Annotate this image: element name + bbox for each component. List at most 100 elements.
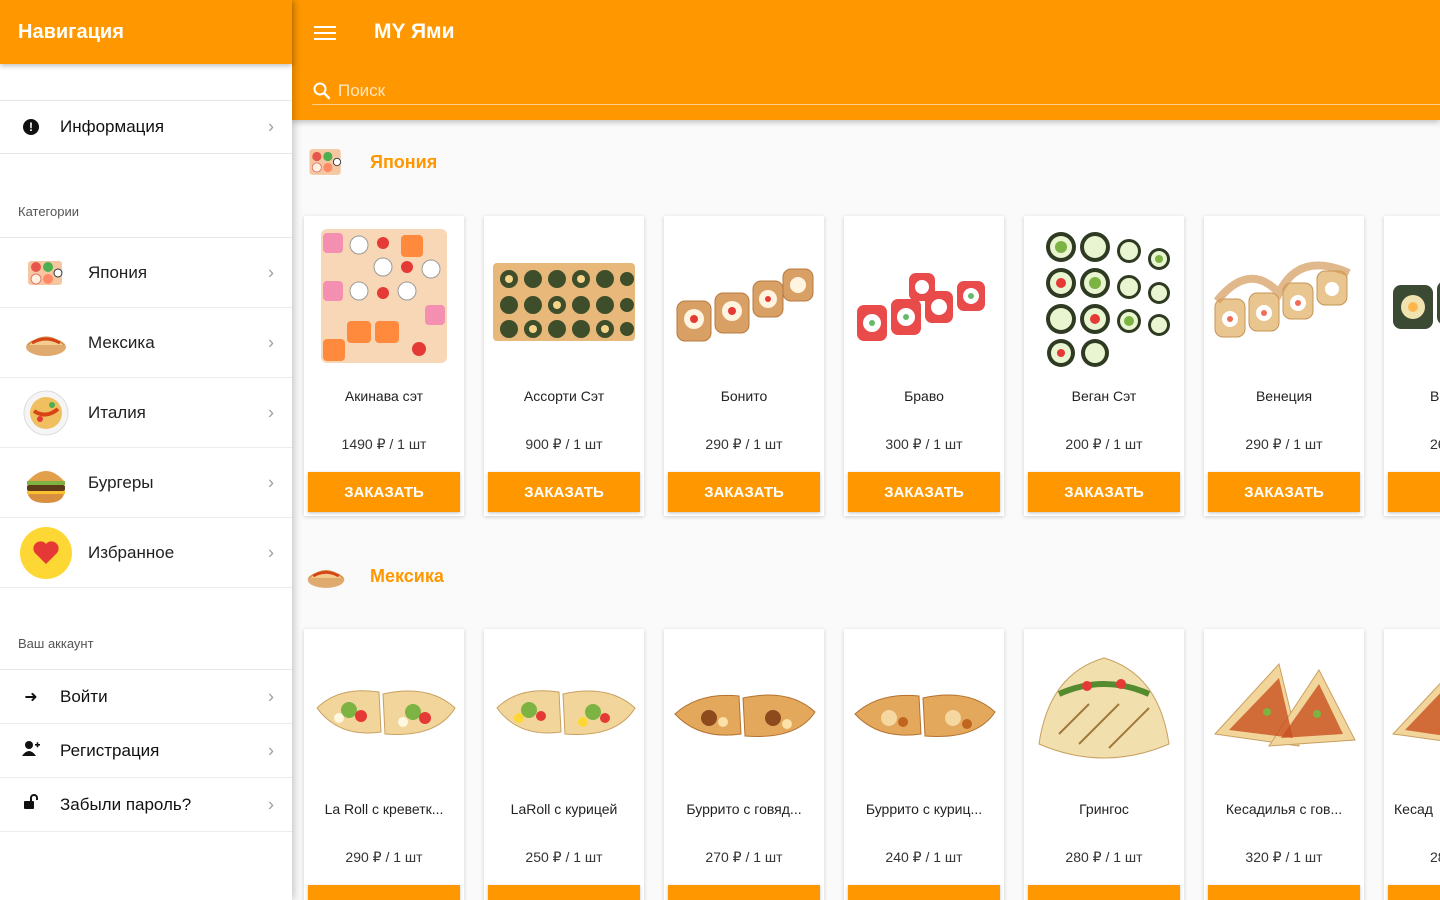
user-add-icon (20, 740, 42, 761)
product-card[interactable]: Веган Сэт 200 ₽ / 1 шт ЗАКАЗАТЬ (1024, 216, 1184, 516)
product-name: Браво (904, 388, 944, 404)
product-name: Буррито с говяд... (686, 801, 802, 817)
order-button[interactable]: ЗА (1388, 472, 1440, 512)
burger-thumbnail (20, 457, 72, 509)
order-button[interactable]: ЗАКАЗАТЬ (488, 885, 640, 900)
product-card[interactable]: Венеция 290 ₽ / 1 шт ЗАКАЗАТЬ (1204, 216, 1364, 516)
product-image (304, 216, 464, 376)
chevron-right-icon: › (268, 262, 274, 282)
sidebar-item-burgers[interactable]: Бургеры › (0, 448, 292, 518)
app-bar: MY Ями (292, 0, 1440, 120)
sidebar-item-label: Войти (60, 686, 108, 706)
chevron-right-icon: › (268, 542, 274, 562)
product-price: 1490 ₽ / 1 шт (341, 436, 427, 452)
order-button[interactable]: ЗАКАЗАТЬ (1028, 885, 1180, 900)
search-input[interactable] (336, 80, 1240, 102)
order-button[interactable]: ЗАКАЗАТЬ (668, 885, 820, 900)
sidebar-item-login[interactable]: ➜ Войти › (0, 670, 292, 724)
section-title: Мексика (370, 565, 444, 586)
sidebar-item-mexico[interactable]: Мексика › (0, 308, 292, 378)
sidebar-item-forgot-password[interactable]: Забыли пароль? › (0, 778, 292, 832)
product-price: 28 (1430, 849, 1440, 865)
product-image (304, 629, 464, 789)
order-button[interactable]: ЗАКАЗАТЬ (668, 472, 820, 512)
product-image (484, 216, 644, 376)
product-name: Кесад (1394, 801, 1433, 817)
account-section-title: Ваш аккаунт (18, 636, 94, 651)
chevron-right-icon: › (268, 116, 274, 137)
product-price: 260 (1430, 436, 1440, 452)
chevron-right-icon: › (268, 794, 274, 814)
product-price: 240 ₽ / 1 шт (885, 849, 963, 865)
login-icon: ➜ (24, 688, 38, 706)
product-image (1024, 629, 1184, 789)
product-name: La Roll с креветк... (324, 801, 444, 817)
sidebar-item-label: Избранное (88, 542, 175, 562)
product-name: Бонито (720, 388, 768, 404)
order-button[interactable]: ЗАКАЗАТЬ (1388, 885, 1440, 900)
categories-section-title: Категории (18, 204, 79, 219)
chevron-right-icon: › (268, 740, 274, 760)
unlock-icon (20, 794, 42, 815)
product-card[interactable]: В 260 ЗА (1384, 216, 1440, 516)
product-name: Венеция (1255, 388, 1313, 404)
product-card[interactable]: Буррито с куриц... 240 ₽ / 1 шт ЗАКАЗАТЬ (844, 629, 1004, 900)
product-card[interactable]: Браво 300 ₽ / 1 шт ЗАКАЗАТЬ (844, 216, 1004, 516)
section-header-mexico[interactable]: Мексика (302, 548, 444, 604)
product-card[interactable]: Кесадилья с гов... 320 ₽ / 1 шт ЗАКАЗАТЬ (1204, 629, 1364, 900)
menu-icon[interactable] (314, 22, 336, 44)
product-row-mexico: La Roll с креветк... 290 ₽ / 1 шт ЗАКАЗА… (304, 629, 1440, 900)
product-card[interactable]: La Roll с креветк... 290 ₽ / 1 шт ЗАКАЗА… (304, 629, 464, 900)
order-button[interactable]: ЗАКАЗАТЬ (308, 472, 460, 512)
product-image (1384, 629, 1440, 789)
product-price: 200 ₽ / 1 шт (1065, 436, 1143, 452)
search-bar (312, 78, 1440, 105)
product-card[interactable]: Кесад 28 ЗАКАЗАТЬ (1384, 629, 1440, 900)
sidebar-item-label: Забыли пароль? (60, 794, 192, 814)
sidebar-item-favorites[interactable]: Избранное › (0, 518, 292, 588)
product-image (1384, 216, 1440, 376)
chevron-right-icon: › (268, 686, 274, 706)
product-card[interactable]: Бонито 290 ₽ / 1 шт ЗАКАЗАТЬ (664, 216, 824, 516)
product-price: 320 ₽ / 1 шт (1245, 849, 1323, 865)
sidebar-item-label: Мексика (88, 332, 155, 352)
sidebar-item-italy[interactable]: Италия › (0, 378, 292, 448)
app-title: MY Ями (374, 20, 455, 43)
order-button[interactable]: ЗАКАЗАТЬ (1208, 885, 1360, 900)
heart-icon (20, 526, 72, 579)
product-price: 270 ₽ / 1 шт (705, 849, 783, 865)
order-button[interactable]: ЗАКАЗАТЬ (848, 885, 1000, 900)
product-card[interactable]: Ассорти Сэт 900 ₽ / 1 шт ЗАКАЗАТЬ (484, 216, 644, 516)
product-row-japan: Акинава сэт 1490 ₽ / 1 шт ЗАКАЗАТЬ Ассор… (304, 216, 1440, 516)
product-price: 290 ₽ / 1 шт (345, 849, 423, 865)
product-image (1204, 216, 1364, 376)
product-image (664, 216, 824, 376)
order-button[interactable]: ЗАКАЗАТЬ (1028, 472, 1180, 512)
sidebar-item-label: Япония (88, 262, 148, 282)
section-header-japan[interactable]: Япония (302, 134, 437, 190)
product-name: Акинава сэт (344, 388, 424, 404)
product-card[interactable]: Буррито с говяд... 270 ₽ / 1 шт ЗАКАЗАТЬ (664, 629, 824, 900)
info-icon: ! (23, 119, 39, 135)
sidebar-item-info[interactable]: ! Информация › (0, 101, 292, 153)
order-button[interactable]: ЗАКАЗАТЬ (848, 472, 1000, 512)
product-image (664, 629, 824, 789)
product-card[interactable]: Акинава сэт 1490 ₽ / 1 шт ЗАКАЗАТЬ (304, 216, 464, 516)
product-name: Кесадилья с гов... (1225, 801, 1343, 817)
sidebar-item-japan[interactable]: Япония › (0, 238, 292, 308)
order-button[interactable]: ЗАКАЗАТЬ (308, 885, 460, 900)
product-card[interactable]: Грингос 280 ₽ / 1 шт ЗАКАЗАТЬ (1024, 629, 1184, 900)
sidebar-item-register[interactable]: Регистрация › (0, 724, 292, 778)
order-button[interactable]: ЗАКАЗАТЬ (1208, 472, 1360, 512)
product-card[interactable]: LaRoll с курицей 250 ₽ / 1 шт ЗАКАЗАТЬ (484, 629, 644, 900)
chevron-right-icon: › (268, 332, 274, 352)
product-image (844, 629, 1004, 789)
sidebar-item-label: Италия (88, 402, 146, 422)
taco-thumbnail (20, 317, 72, 369)
product-name: Буррито с куриц... (865, 801, 983, 817)
chevron-right-icon: › (268, 472, 274, 492)
product-name: В (1430, 388, 1440, 404)
order-button[interactable]: ЗАКАЗАТЬ (488, 472, 640, 512)
product-image (844, 216, 1004, 376)
product-price: 290 ₽ / 1 шт (1245, 436, 1323, 452)
